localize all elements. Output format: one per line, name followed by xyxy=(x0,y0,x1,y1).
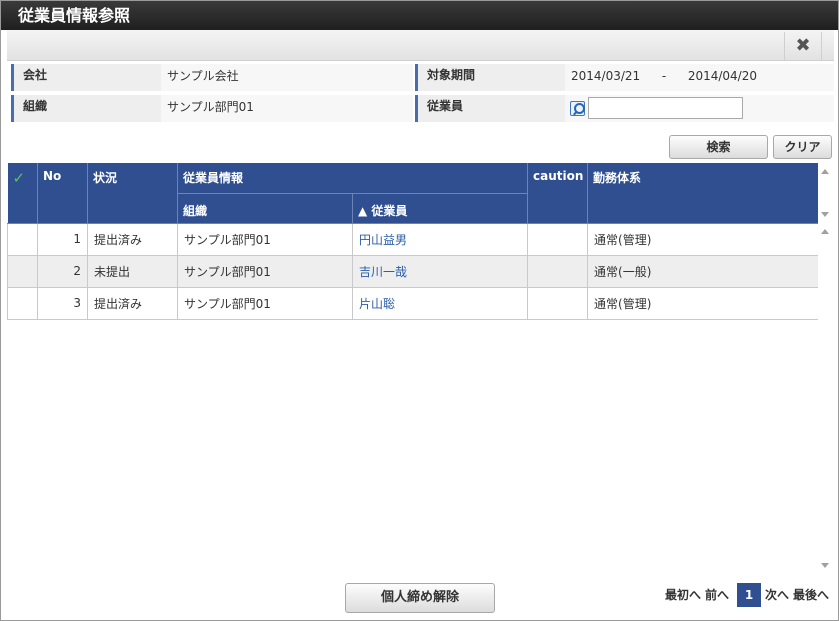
pager-last-link[interactable]: 最後へ xyxy=(793,585,829,605)
header-employee[interactable]: ▲ 従業員 xyxy=(352,193,529,224)
org-label: 組織 xyxy=(11,95,161,122)
dialog-window: 従業員情報参照 ✖ 会社 サンプル会社 対象期間 2014/03/21 - 20… xyxy=(0,0,839,621)
row-select-cell[interactable] xyxy=(7,222,38,256)
window-title: 従業員情報参照 xyxy=(1,1,838,30)
pager-prev-link[interactable]: 前へ xyxy=(705,585,729,605)
row-employee-cell: 片山聡 xyxy=(351,286,529,320)
table-row[interactable]: 3 提出済み サンプル部門01 片山聡 通常(管理) xyxy=(7,286,820,320)
header-caution[interactable]: caution xyxy=(527,163,589,224)
row-select-cell[interactable] xyxy=(7,286,38,320)
table-row[interactable]: 1 提出済み サンプル部門01 円山益男 通常(管理) xyxy=(7,222,820,256)
pager-current-page[interactable]: 1 xyxy=(737,583,761,607)
select-all-header[interactable]: ✓ xyxy=(7,163,38,224)
employee-link[interactable]: 吉川一哉 xyxy=(359,265,407,279)
company-value: サンプル会社 xyxy=(161,64,413,91)
row-status: 提出済み xyxy=(87,286,178,320)
release-closing-button[interactable]: 個人締め解除 xyxy=(345,583,495,613)
header-status[interactable]: 状況 xyxy=(87,163,178,224)
scroll-down-arrow-icon[interactable] xyxy=(821,563,829,568)
table-row[interactable]: 2 未提出 サンプル部門01 吉川一哉 通常(一般) xyxy=(7,254,820,288)
row-no: 3 xyxy=(37,286,88,320)
row-caution xyxy=(527,222,589,256)
employee-search-input[interactable] xyxy=(588,97,743,119)
org-value: サンプル部門01 xyxy=(161,95,413,122)
employee-table: ✓ No 状況 従業員情報 caution 勤務体系 組織 ▲ 従業員 1 提出… xyxy=(7,163,820,320)
row-caution xyxy=(527,286,589,320)
period-end: 2014/04/20 xyxy=(687,69,757,83)
header-employee-info: 従業員情報 xyxy=(177,163,529,194)
scroll-up-arrow-icon[interactable] xyxy=(821,229,829,234)
search-icon[interactable] xyxy=(570,101,585,116)
row-work-system: 通常(管理) xyxy=(587,222,820,256)
row-org: サンプル部門01 xyxy=(177,286,353,320)
header-work-system[interactable]: 勤務体系 xyxy=(587,163,820,224)
scroll-up-arrow-icon[interactable] xyxy=(821,169,829,174)
row-work-system: 通常(一般) xyxy=(587,254,820,288)
row-status: 未提出 xyxy=(87,254,178,288)
pager-next-link[interactable]: 次へ xyxy=(765,585,789,605)
row-org: サンプル部門01 xyxy=(177,254,353,288)
scroll-down-arrow-icon[interactable] xyxy=(821,212,829,217)
employee-label: 従業員 xyxy=(415,95,565,122)
employee-link[interactable]: 片山聡 xyxy=(359,297,395,311)
period-value: 2014/03/21 - 2014/04/20 xyxy=(565,64,834,91)
row-caution xyxy=(527,254,589,288)
period-start: 2014/03/21 xyxy=(571,69,641,83)
row-org: サンプル部門01 xyxy=(177,222,353,256)
row-status: 提出済み xyxy=(87,222,178,256)
header-scrollbar[interactable] xyxy=(818,163,834,223)
period-separator: - xyxy=(661,69,667,83)
row-work-system: 通常(管理) xyxy=(587,286,820,320)
body-scrollbar[interactable] xyxy=(818,223,834,575)
clear-button[interactable]: クリア xyxy=(773,135,832,159)
condition-row-company: 会社 サンプル会社 対象期間 2014/03/21 - 2014/04/20 xyxy=(7,61,834,91)
search-button[interactable]: 検索 xyxy=(669,135,768,159)
close-icon[interactable]: ✖ xyxy=(784,32,822,60)
row-no: 2 xyxy=(37,254,88,288)
header-org[interactable]: 組織 xyxy=(177,193,353,224)
row-employee-cell: 吉川一哉 xyxy=(351,254,529,288)
row-select-cell[interactable] xyxy=(7,254,38,288)
company-label: 会社 xyxy=(11,64,161,91)
row-employee-cell: 円山益男 xyxy=(351,222,529,256)
row-no: 1 xyxy=(37,222,88,256)
toolbar: ✖ xyxy=(7,30,834,61)
header-no[interactable]: No xyxy=(37,163,88,224)
employee-link[interactable]: 円山益男 xyxy=(359,233,407,247)
pager-first-link[interactable]: 最初へ xyxy=(665,585,701,605)
period-label: 対象期間 xyxy=(415,64,565,91)
check-icon: ✓ xyxy=(12,169,26,187)
